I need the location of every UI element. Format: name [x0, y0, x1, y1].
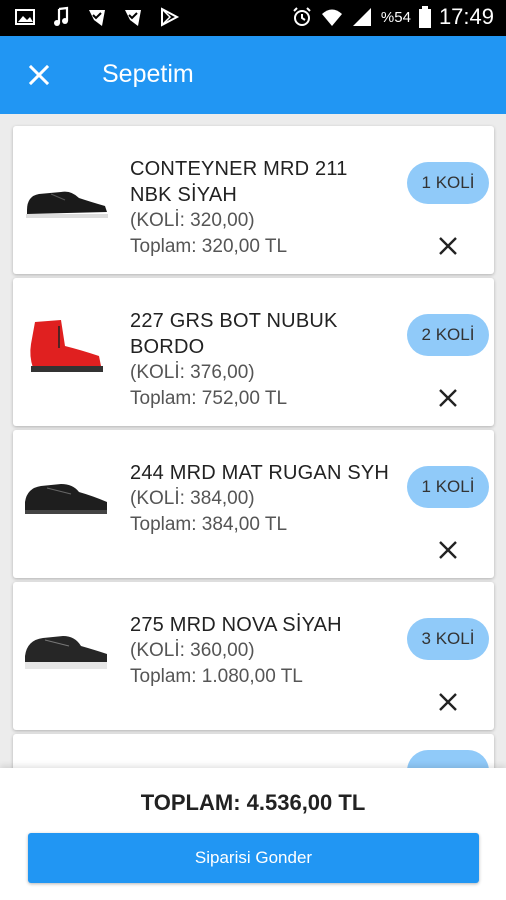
status-time: 17:49 [438, 4, 494, 29]
cart-item: 275 MRD NOVA SİYAH (KOLİ: 360,00) Toplam… [13, 582, 494, 730]
battery-icon [418, 6, 431, 28]
cart-total: TOPLAM: 4.536,00 TL [140, 790, 366, 815]
item-unit-price: (KOLİ: 376,00) [130, 362, 255, 383]
shoe-image [25, 484, 107, 514]
item-name: 227 GRS BOT NUBUK [130, 310, 338, 332]
cart-item: 227 GRS BOT NUBUK BORDO (KOLİ: 376,00) T… [13, 278, 494, 426]
quantity-button[interactable]: 1 KOLİ [407, 162, 489, 204]
alarm-icon [293, 7, 311, 26]
submit-order-button[interactable]: Siparisi Gonder [28, 833, 479, 883]
check-badge-icon [125, 10, 141, 26]
play-store-icon [161, 7, 180, 27]
item-name: 275 MRD NOVA SİYAH [130, 614, 342, 636]
remove-item-icon[interactable] [436, 538, 460, 562]
shoe-image [30, 320, 103, 372]
cart-item: CONTEYNER MRD 211 NBK SİYAH (KOLİ: 320,0… [13, 126, 494, 274]
quantity-button[interactable]: 3 KOLİ [407, 618, 489, 660]
quantity-button[interactable] [407, 750, 489, 768]
remove-item-icon[interactable] [436, 234, 460, 258]
quantity-button[interactable]: 2 KOLİ [407, 314, 489, 356]
shoe-image [25, 636, 107, 669]
item-total: Toplam: 752,00 TL [130, 388, 288, 409]
item-total: Toplam: 1.080,00 TL [130, 666, 303, 687]
cart-footer: TOPLAM: 4.536,00 TL Siparisi Gonder [0, 768, 506, 900]
item-name-line2: BORDO [130, 336, 205, 358]
cart-list[interactable]: CONTEYNER MRD 211 NBK SİYAH (KOLİ: 320,0… [0, 114, 506, 768]
item-name: 244 MRD MAT RUGAN SYH [130, 462, 390, 484]
wifi-icon [321, 9, 342, 26]
item-name: CONTEYNER MRD 211 [130, 158, 348, 180]
item-total: Toplam: 384,00 TL [130, 514, 288, 535]
status-bar: %54 17:49 [0, 0, 506, 36]
image-icon [15, 9, 35, 25]
remove-item-icon[interactable] [436, 386, 460, 410]
quantity-button[interactable]: 1 KOLİ [407, 466, 489, 508]
check-badge-icon [89, 10, 105, 26]
cart-item: 244 MRD MAT RUGAN SYH (KOLİ: 384,00) Top… [13, 430, 494, 578]
item-total: Toplam: 320,00 TL [130, 236, 288, 257]
item-name-line2: NBK SİYAH [130, 184, 238, 206]
item-unit-price: (KOLİ: 320,00) [130, 210, 255, 231]
page-title: Sepetim [102, 60, 194, 88]
signal-icon [352, 8, 371, 26]
cart-item [13, 734, 494, 768]
music-icon [54, 6, 69, 26]
shoe-image [26, 191, 108, 218]
remove-item-icon[interactable] [436, 690, 460, 714]
item-unit-price: (KOLİ: 384,00) [130, 488, 255, 509]
app-bar: Sepetim [0, 36, 506, 114]
item-unit-price: (KOLİ: 360,00) [130, 640, 255, 661]
battery-percent: %54 [380, 8, 411, 26]
close-icon[interactable] [24, 60, 54, 90]
